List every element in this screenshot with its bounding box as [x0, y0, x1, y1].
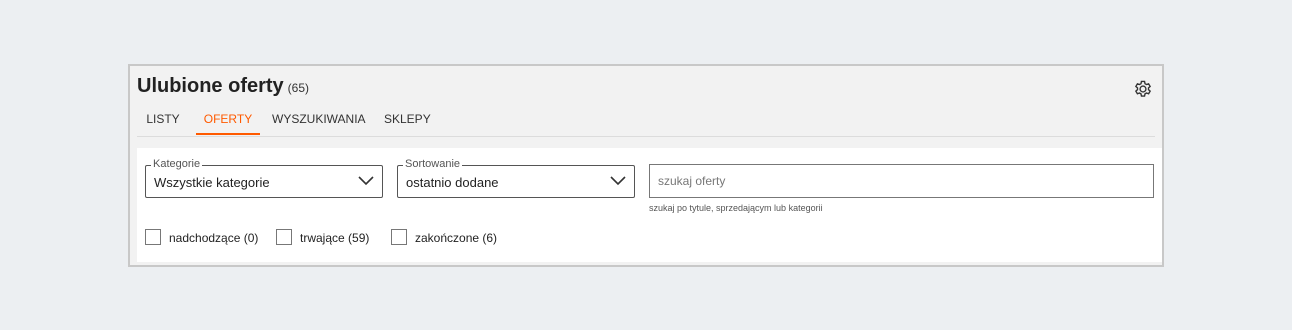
search-hint: szukaj po tytule, sprzedającym lub kateg…: [649, 203, 823, 213]
filter-ended[interactable]: zakończone (6): [391, 228, 501, 248]
favorite-offers-panel: Ulubione oferty (65) LISTY OFERTY WYSZUKI…: [128, 64, 1164, 267]
checkbox-upcoming[interactable]: [145, 229, 161, 245]
category-select[interactable]: Kategorie Wszystkie kategorie: [145, 158, 383, 198]
page-title-text: Ulubione oferty: [137, 75, 284, 97]
filter-ended-label: zakończone (6): [415, 231, 498, 245]
chevron-down-icon: [358, 176, 374, 186]
offers-count: (65): [287, 81, 310, 95]
tab-sklepy[interactable]: SKLEPY: [384, 112, 431, 135]
tab-oferty[interactable]: OFERTY: [196, 112, 260, 135]
sort-legend: Sortowanie: [403, 158, 463, 170]
filters-area: Kategorie Wszystkie kategorie Sortowanie…: [137, 148, 1162, 262]
category-legend: Kategorie: [151, 158, 203, 170]
page-title: Ulubione oferty (65): [137, 75, 309, 98]
chevron-down-icon: [610, 176, 626, 186]
sort-value: ostatnio dodane: [406, 175, 499, 190]
sort-select[interactable]: Sortowanie ostatnio dodane: [397, 158, 635, 198]
filter-ongoing[interactable]: trwające (59): [276, 228, 376, 248]
category-value: Wszystkie kategorie: [154, 175, 270, 190]
gear-icon[interactable]: [1132, 78, 1154, 100]
filter-upcoming-label: nadchodzące (0): [169, 231, 259, 245]
tab-listy[interactable]: LISTY: [146, 112, 180, 135]
checkbox-ongoing[interactable]: [276, 229, 292, 245]
search-input[interactable]: [649, 164, 1154, 198]
filter-upcoming[interactable]: nadchodzące (0): [145, 228, 265, 248]
tab-bar: LISTY OFERTY WYSZUKIWANIA SKLEPY: [137, 104, 1155, 137]
filter-ongoing-label: trwające (59): [300, 231, 370, 245]
tab-wyszukiwania[interactable]: WYSZUKIWANIA: [272, 112, 366, 135]
checkbox-ended[interactable]: [391, 229, 407, 245]
